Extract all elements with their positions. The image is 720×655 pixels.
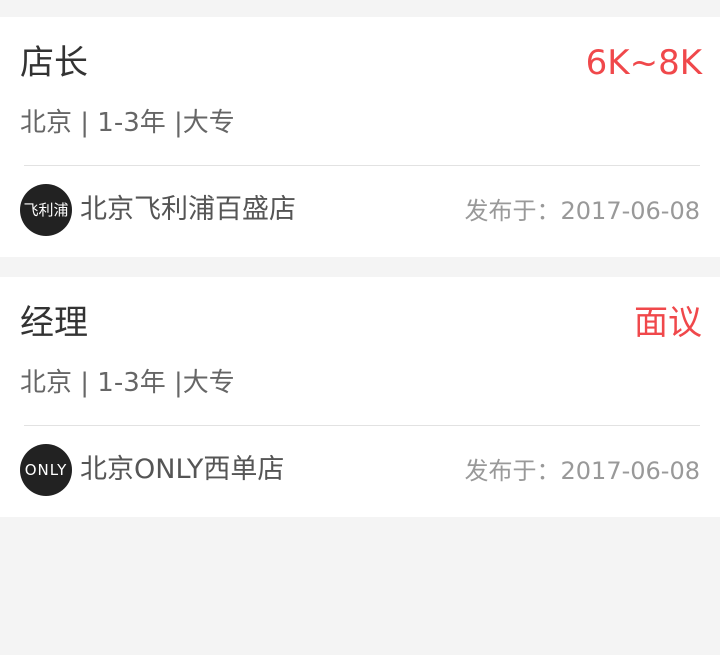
company-name: 北京飞利浦百盛店 — [80, 194, 296, 225]
job-card[interactable]: 店长 6K~8K 北京 | 1-3年 |大专 飞利浦 北京飞利浦百盛店 发布于：… — [0, 17, 720, 257]
company-logo: ONLY — [20, 444, 72, 496]
job-requirements: 北京 | 1-3年 |大专 — [20, 108, 235, 138]
job-salary: 6K~8K — [585, 43, 702, 83]
job-title: 经理 — [20, 303, 88, 343]
job-title: 店长 — [20, 43, 88, 83]
job-salary: 面议 — [634, 303, 702, 343]
company-logo-text: ONLY — [24, 461, 68, 479]
company-logo-text: 飞利浦 — [23, 201, 69, 219]
divider — [24, 425, 700, 426]
job-requirements: 北京 | 1-3年 |大专 — [20, 368, 235, 398]
publish-date: 发布于：2017-06-08 — [464, 457, 700, 485]
divider — [24, 165, 700, 166]
company-name: 北京ONLY西单店 — [80, 454, 285, 485]
publish-date: 发布于：2017-06-08 — [464, 197, 700, 225]
company-logo: 飞利浦 — [20, 184, 72, 236]
job-card[interactable]: 经理 面议 北京 | 1-3年 |大专 ONLY 北京ONLY西单店 发布于：2… — [0, 277, 720, 517]
